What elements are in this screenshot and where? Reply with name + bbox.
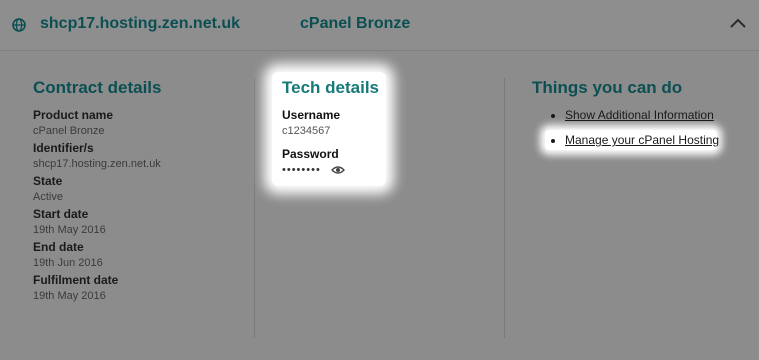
field-label: End date (33, 240, 84, 254)
field-value: 19th May 2016 (33, 290, 106, 302)
username-label: Username (282, 108, 341, 122)
field-value: 19th May 2016 (33, 224, 106, 236)
field-label: State (33, 174, 63, 188)
eye-icon[interactable] (330, 165, 345, 175)
actions-title: Things you can do (532, 78, 683, 97)
contract-details-section: Contract details Product name cPanel Bro… (33, 78, 243, 306)
list-item: Show Additional Information (565, 108, 752, 122)
column-divider (254, 78, 255, 338)
field-label: Start date (33, 207, 89, 221)
field-label: Fulfilment date (33, 273, 119, 287)
contract-details-title: Contract details (33, 78, 162, 97)
manage-cpanel-link[interactable]: Manage your cPanel Hosting (565, 133, 719, 147)
field-value: cPanel Bronze (33, 125, 105, 137)
account-header[interactable]: shcp17.hosting.zen.net.uk cPanel Bronze (0, 0, 759, 51)
header-product-name: cPanel Bronze (300, 15, 411, 32)
field-value: 19th Jun 2016 (33, 257, 103, 269)
globe-icon (12, 18, 26, 32)
field-label: Identifier/s (33, 141, 94, 155)
actions-list: Show Additional Information Manage your … (532, 108, 752, 147)
server-name: shcp17.hosting.zen.net.uk (40, 15, 241, 32)
username-value: c1234567 (282, 125, 331, 137)
tech-details-section: Tech details Username c1234567 Password … (282, 78, 392, 176)
tech-details-title: Tech details (282, 78, 379, 97)
password-row: •••••••• (282, 164, 392, 176)
field-value: Active (33, 191, 63, 203)
actions-section: Things you can do Show Additional Inform… (532, 78, 752, 158)
password-value: •••••••• (282, 164, 321, 176)
list-item: Manage your cPanel Hosting (565, 133, 752, 147)
show-additional-info-link[interactable]: Show Additional Information (565, 108, 714, 122)
field-value: shcp17.hosting.zen.net.uk (33, 158, 161, 170)
chevron-up-icon[interactable] (729, 17, 747, 29)
password-label: Password (282, 147, 339, 161)
field-label: Product name (33, 108, 114, 122)
column-divider (504, 78, 505, 338)
